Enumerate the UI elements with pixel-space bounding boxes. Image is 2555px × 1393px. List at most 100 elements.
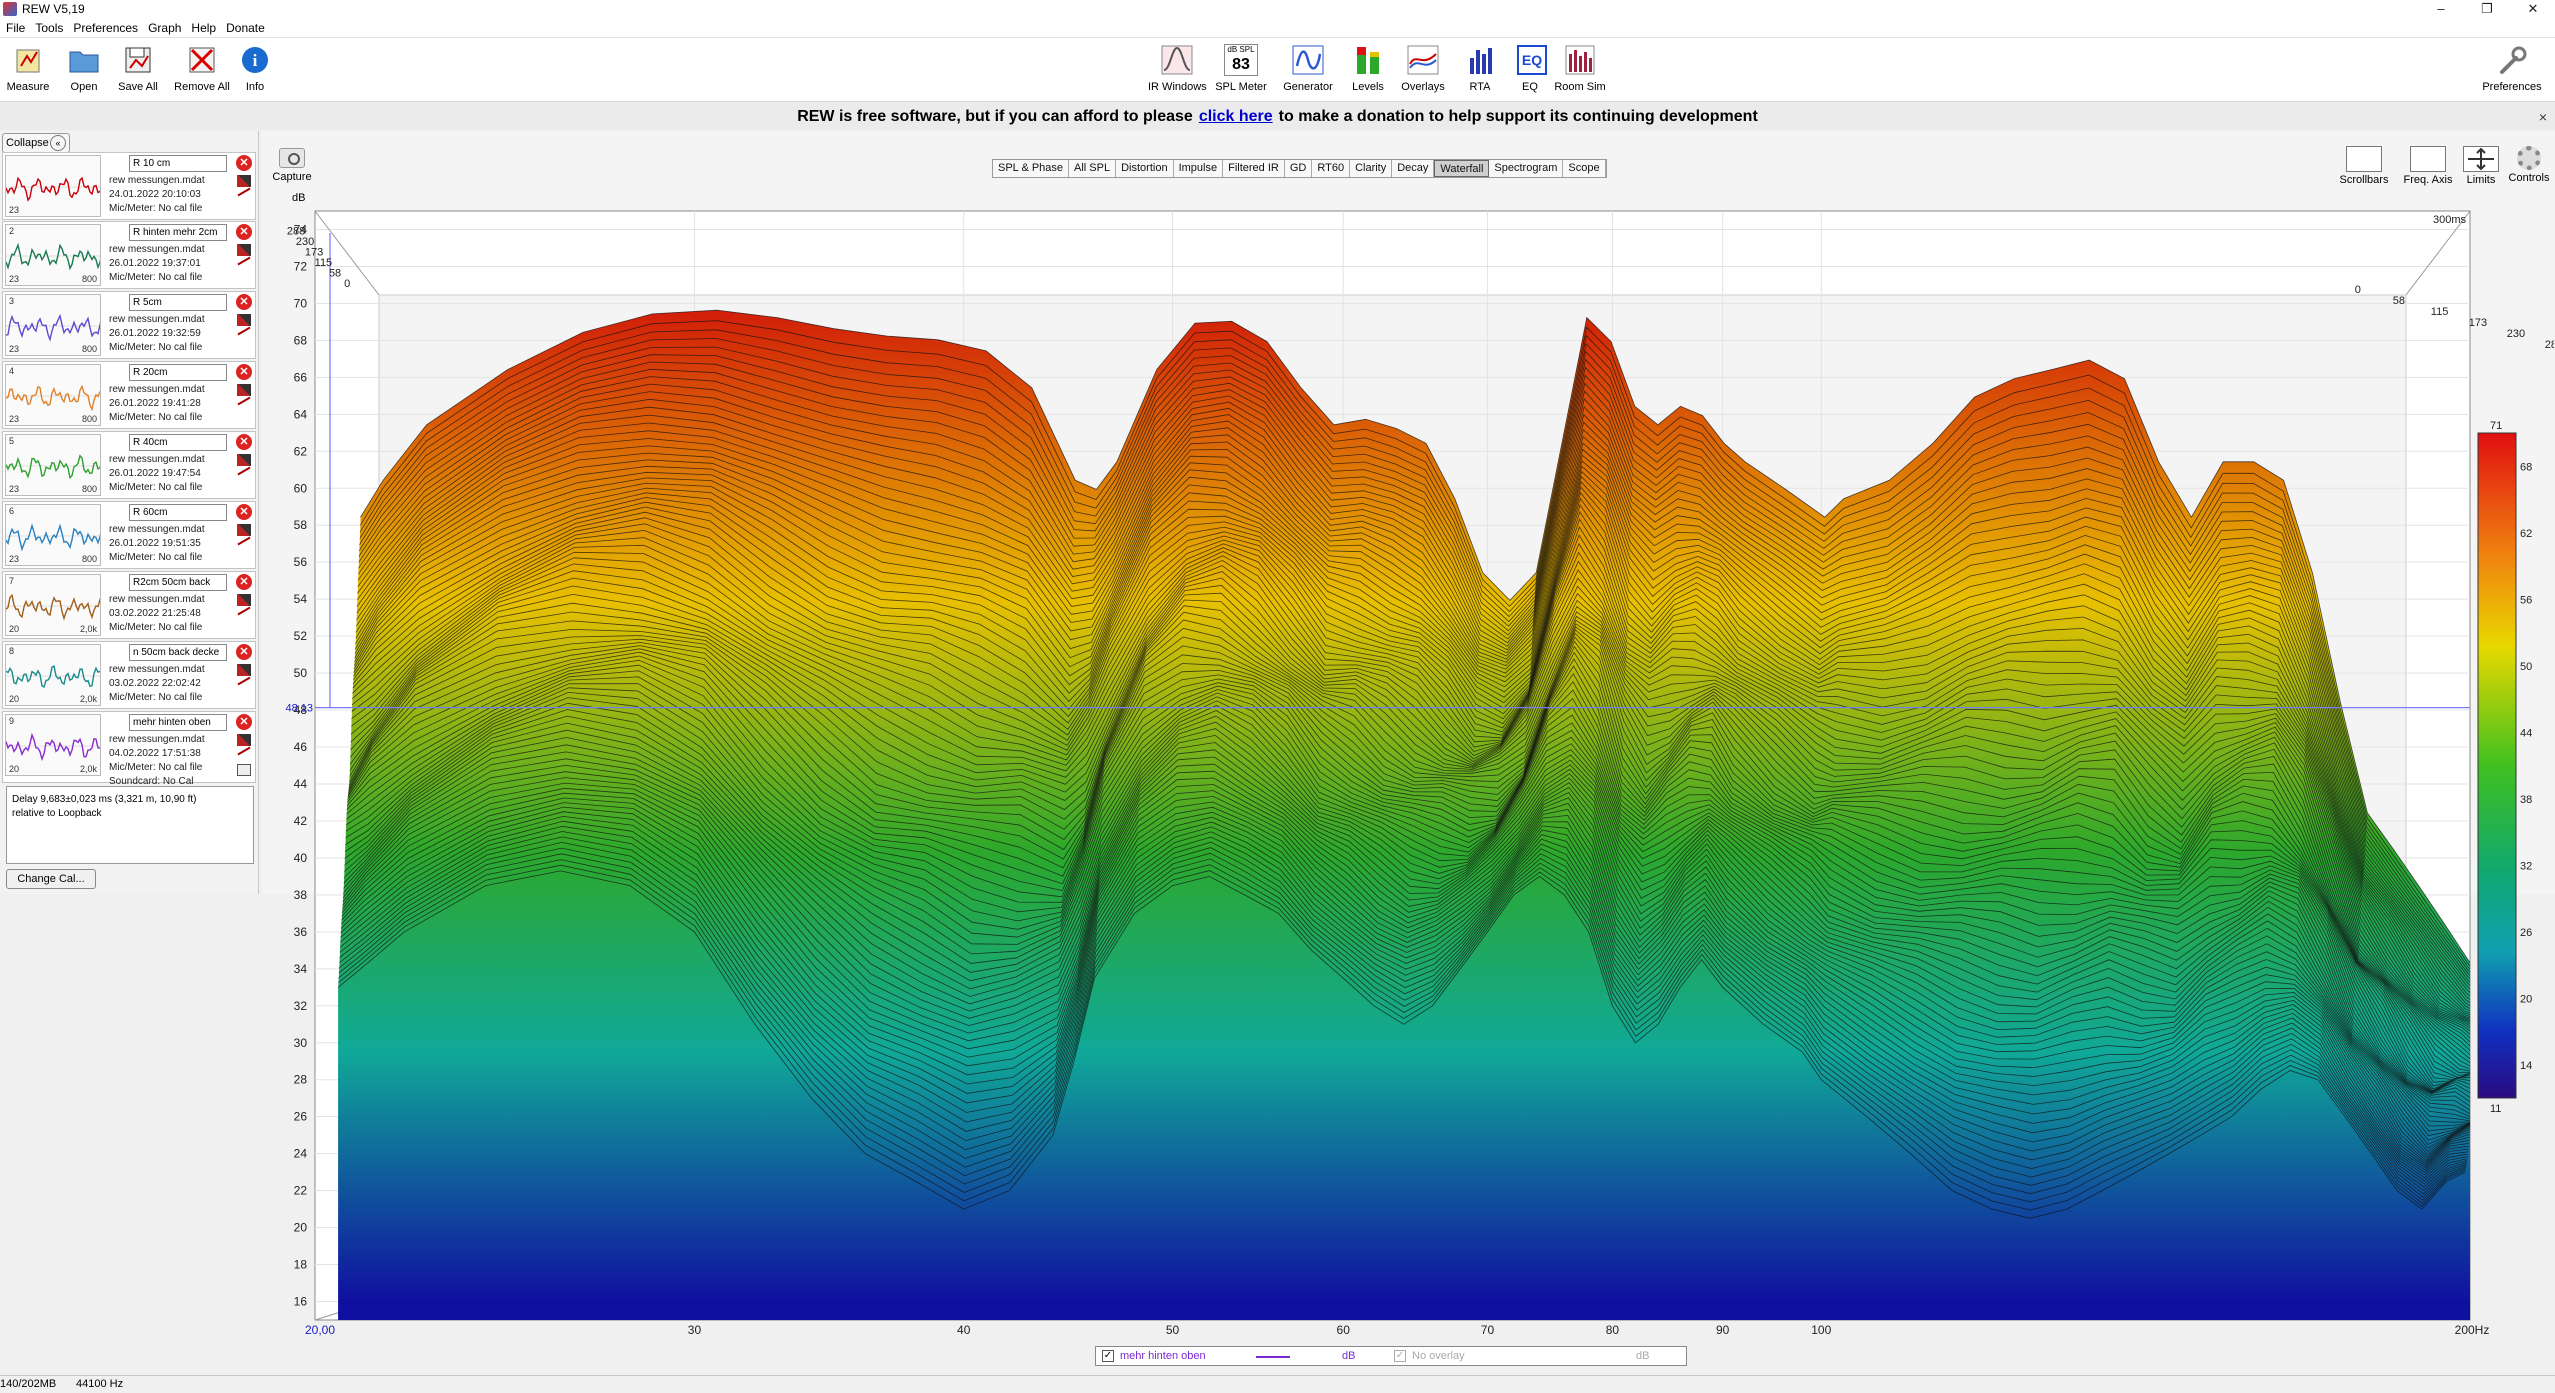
limits-button[interactable]: Limits [2458,146,2504,186]
tab-all-spl[interactable]: All SPL [1069,160,1117,177]
measure-button[interactable]: Measure [4,42,52,93]
info-button[interactable]: i Info [234,42,276,93]
edit-pencil-icon[interactable] [237,326,251,336]
remove-measurement-icon[interactable]: ✕ [236,714,252,730]
remove-measurement-icon[interactable]: ✕ [236,434,252,450]
remove-measurement-icon[interactable]: ✕ [236,504,252,520]
measurement-item[interactable]: 6 23 800 R 60cm ✕ rew messungen.mdat 26.01.202… [2,501,256,569]
tab-impulse[interactable]: Impulse [1174,160,1224,177]
measurement-color-icon[interactable] [237,524,251,536]
close-button[interactable]: ✕ [2510,0,2555,18]
minimize-button[interactable]: – [2418,0,2464,18]
open-button[interactable]: Open [60,42,108,93]
edit-pencil-icon[interactable] [237,746,251,756]
menu-preferences[interactable]: Preferences [73,21,138,35]
measurement-name-field[interactable]: mehr hinten oben [129,714,227,731]
measurement-item[interactable]: 9 20 2,0k mehr hinten oben ✕ rew messungen.md… [2,711,256,787]
measurement-color-icon[interactable] [237,734,251,746]
remove-measurement-icon[interactable]: ✕ [236,224,252,240]
levels-button[interactable]: Levels [1348,42,1388,93]
tab-rt60[interactable]: RT60 [1312,160,1351,177]
measurement-color-icon[interactable] [237,454,251,466]
measurement-color-icon[interactable] [237,175,251,187]
menu-tools[interactable]: Tools [35,21,63,35]
tab-waterfall[interactable]: Waterfall [1434,160,1490,177]
measurement-color-icon[interactable] [237,314,251,326]
freq-axis-button[interactable]: Freq. Axis [2396,146,2460,186]
donate-link[interactable]: click here [1199,108,1273,126]
remove-measurement-icon[interactable]: ✕ [236,155,252,171]
measurement-name-field[interactable]: R hinten mehr 2cm [129,224,227,241]
measurement-name-field[interactable]: R 60cm [129,504,227,521]
edit-pencil-icon[interactable] [237,256,251,266]
menu-graph[interactable]: Graph [148,21,181,35]
edit-pencil-icon[interactable] [237,606,251,616]
tab-distortion[interactable]: Distortion [1116,160,1174,177]
overlays-button[interactable]: Overlays [1398,42,1448,93]
menu-donate[interactable]: Donate [226,21,265,35]
color-scale-tick: 14 [2520,1060,2532,1072]
measurement-color-icon[interactable] [237,664,251,676]
remove-measurement-icon[interactable]: ✕ [236,574,252,590]
scrollbars-button[interactable]: Scrollbars [2332,146,2396,186]
menu-help[interactable]: Help [191,21,216,35]
restore-button[interactable]: ❐ [2464,0,2510,18]
remove-measurement-icon[interactable]: ✕ [236,364,252,380]
edit-pencil-icon[interactable] [237,676,251,686]
room-sim-button[interactable]: Room Sim [1554,42,1606,93]
remove-measurement-icon[interactable]: ✕ [236,644,252,660]
remove-measurement-icon[interactable]: ✕ [236,294,252,310]
measurement-name-field[interactable]: R 20cm [129,364,227,381]
menu-file[interactable]: File [6,21,25,35]
measurement-thumbnail: 7 20 2,0k [5,574,101,636]
y-tick-label: 26 [294,1110,308,1124]
generator-button[interactable]: Generator [1280,42,1336,93]
close-banner-icon[interactable]: × [2539,109,2547,125]
measurement-item[interactable]: 23 R 10 cm ✕ rew messungen.mdat 24.01.2022 2… [2,152,256,220]
tab-scope[interactable]: Scope [1563,160,1606,177]
rta-button[interactable]: RTA [1462,42,1498,93]
save-all-button[interactable]: Save All [112,42,164,93]
measurement-color-icon[interactable] [237,594,251,606]
measurement-item[interactable]: 4 23 800 R 20cm ✕ rew messungen.mdat 26.01.202… [2,361,256,429]
measurement-color-icon[interactable] [237,244,251,256]
measurement-item[interactable]: 5 23 800 R 40cm ✕ rew messungen.mdat 26.01.202… [2,431,256,499]
capture-button[interactable]: Capture [272,148,312,183]
remove-all-button[interactable]: Remove All [172,42,232,93]
measurement-name-field[interactable]: n 50cm back decke [129,644,227,661]
color-scale-tick: 32 [2520,860,2532,872]
preferences-button[interactable]: Preferences [2480,42,2544,93]
scrollbars-icon [2346,146,2382,172]
y-tick-label: 38 [294,888,308,902]
change-cal-button[interactable]: Change Cal... [6,869,96,889]
edit-pencil-icon[interactable] [237,187,251,197]
tab-clarity[interactable]: Clarity [1350,160,1393,177]
measurement-item[interactable]: 2 23 800 R hinten mehr 2cm ✕ rew messungen.md… [2,221,256,289]
tab-spectrogram[interactable]: Spectrogram [1489,160,1564,177]
overlay-checkbox[interactable]: ✓ [1394,1350,1406,1362]
tab-spl-phase[interactable]: SPL & Phase [993,160,1070,177]
measurement-name-field[interactable]: R 5cm [129,294,227,311]
tab-filtered-ir[interactable]: Filtered IR [1223,160,1285,177]
measurement-item[interactable]: 8 20 2,0k n 50cm back decke ✕ rew messungen.m… [2,641,256,709]
controls-button[interactable]: Controls [2506,146,2552,184]
edit-pencil-icon[interactable] [237,536,251,546]
measurement-thumbnail: 6 23 800 [5,504,101,566]
waterfall-chart[interactable]: 48,1316182022242628303234363840424446485… [270,203,2554,1343]
tab-gd[interactable]: GD [1285,160,1313,177]
measurement-name-field[interactable]: R 10 cm [129,155,227,172]
spl-meter-button[interactable]: dB SPL 83 SPL Meter [1214,42,1268,93]
collapse-button[interactable]: Collapse « [2,133,70,153]
trace1-checkbox[interactable]: ✓ [1102,1350,1114,1362]
edit-pencil-icon[interactable] [237,396,251,406]
edit-pencil-icon[interactable] [237,466,251,476]
tab-decay[interactable]: Decay [1392,160,1435,177]
measurement-item[interactable]: 7 20 2,0k R2cm 50cm back ✕ rew messungen.mdat… [2,571,256,639]
soundcard-icon[interactable] [237,764,251,776]
measurement-name-field[interactable]: R 40cm [129,434,227,451]
eq-button[interactable]: EQ EQ [1512,42,1548,93]
measurement-color-icon[interactable] [237,384,251,396]
measurement-item[interactable]: 3 23 800 R 5cm ✕ rew messungen.mdat 26.01.2022… [2,291,256,359]
ir-windows-button[interactable]: IR Windows [1148,42,1207,93]
measurement-name-field[interactable]: R2cm 50cm back [129,574,227,591]
